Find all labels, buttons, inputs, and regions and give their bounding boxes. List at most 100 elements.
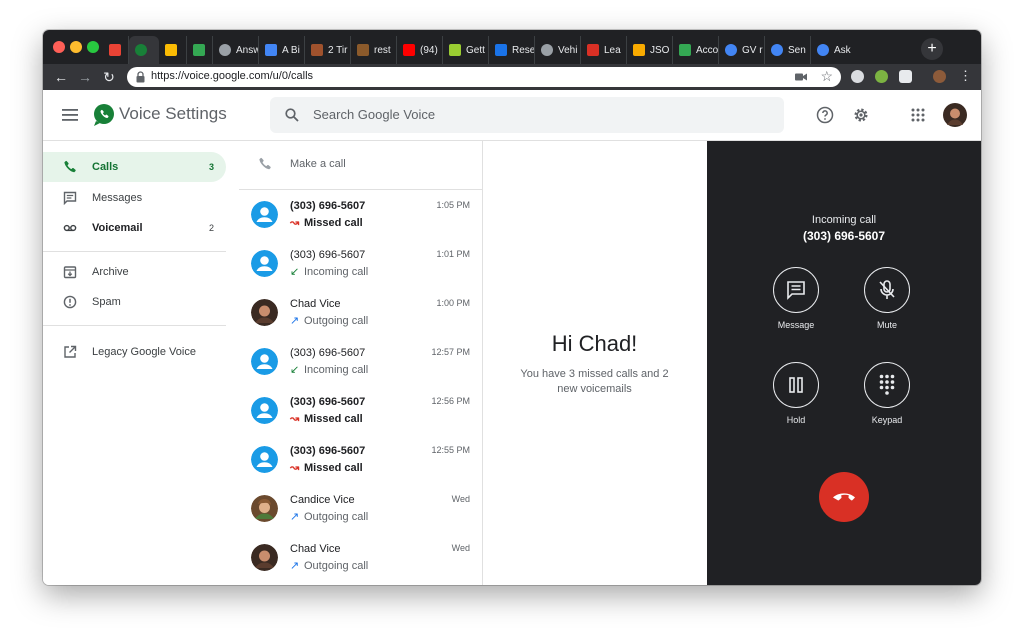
welcome-summary: You have 3 missed calls and 2 new voicem…	[520, 368, 669, 395]
call-status-text: Missed call	[304, 462, 363, 474]
sidebar-item-legacy-google-voice[interactable]: Legacy Google Voice	[43, 337, 226, 367]
browser-window: Answ A Bi 2 Tir rest (94) Gett Rese Vehi…	[43, 30, 981, 585]
tab-item[interactable]: Answ	[213, 36, 259, 64]
call-time: 1:00 PM	[436, 298, 470, 308]
sidebar-item-label: Archive	[92, 266, 129, 278]
outgoing-call-icon: ↗	[290, 511, 300, 523]
outgoing-call-icon: ↗	[290, 560, 300, 572]
sidebar-item-archive[interactable]: Archive	[43, 257, 226, 287]
tab-label: 2 Tir	[328, 44, 348, 56]
hang-up-button[interactable]	[819, 472, 869, 522]
back-arrow-icon[interactable]: ←	[51, 67, 71, 87]
mic-off-icon	[879, 280, 895, 299]
open-in-new-icon	[64, 345, 77, 358]
tab-label: Sen	[788, 44, 806, 56]
mute-button[interactable]	[864, 267, 910, 313]
reload-icon[interactable]: ↻	[99, 67, 119, 87]
sidebar-item-voicemail[interactable]: Voicemail 2	[43, 213, 226, 243]
contact-photo-avatar	[251, 495, 278, 522]
call-time: 12:55 PM	[431, 445, 470, 455]
hold-button[interactable]	[773, 362, 819, 408]
incoming-call-icon: ↙	[290, 266, 300, 278]
call-list-item[interactable]: (303) 696-5607 12:56 PM ↝ Missed call	[239, 386, 482, 435]
apps-grid-icon[interactable]	[911, 108, 925, 122]
phone-icon	[259, 157, 271, 170]
tab-label: Rese	[512, 44, 535, 56]
caller-name: Chad Vice	[290, 543, 341, 555]
voicemail-icon	[63, 224, 77, 232]
call-status: ↙ Incoming call	[290, 265, 368, 278]
tab-label: Ask	[834, 44, 851, 56]
pause-icon	[789, 377, 803, 393]
search-input[interactable]: Search Google Voice	[270, 97, 784, 133]
sidebar-item-messages[interactable]: Messages	[43, 183, 226, 213]
outgoing-call-icon: ↗	[290, 315, 300, 327]
site-icon	[633, 44, 645, 56]
tab-item[interactable]: Gett	[443, 36, 489, 64]
settings-gear-icon[interactable]	[852, 106, 870, 124]
tab-item[interactable]: 2 Tir	[305, 36, 351, 64]
forward-arrow-icon[interactable]: →	[75, 67, 95, 87]
camera-icon[interactable]	[795, 72, 807, 82]
missed-call-icon: ↝	[290, 217, 300, 229]
keypad-button[interactable]	[864, 362, 910, 408]
tab-item[interactable]: rest	[351, 36, 397, 64]
dialpad-icon	[879, 374, 895, 395]
tab-item[interactable]: Vehi	[535, 36, 581, 64]
tab-item[interactable]: Sen	[765, 36, 811, 64]
tab-item[interactable]: Rese	[489, 36, 535, 64]
extension-icon[interactable]	[851, 70, 864, 83]
extension-icon[interactable]	[875, 70, 888, 83]
call-list-item[interactable]: (303) 696-5607 12:57 PM ↙ Incoming call	[239, 337, 482, 386]
tab-item[interactable]: Acco	[673, 36, 719, 64]
missed-call-icon: ↝	[290, 413, 300, 425]
call-list-item[interactable]: Candice Vice Wed ↗ Outgoing call	[239, 484, 482, 533]
call-list-item[interactable]: Chad Vice Wed ↗ Outgoing call	[239, 533, 482, 582]
more-vert-icon[interactable]: ⋮	[959, 68, 972, 84]
message-button[interactable]	[773, 267, 819, 313]
hold-button-label: Hold	[786, 415, 806, 425]
maximize-window-button[interactable]	[87, 41, 99, 53]
caller-name: (303) 696-5607	[290, 396, 366, 408]
archive-icon	[63, 266, 77, 279]
star-icon[interactable]: ☆	[820, 68, 833, 85]
minimize-window-button[interactable]	[70, 41, 82, 53]
call-status-text: Missed call	[304, 413, 363, 425]
call-list-item[interactable]: (303) 696-5607 1:05 PM ↝ Missed call	[239, 190, 482, 239]
gmail-icon	[109, 44, 121, 56]
tab-list: Answ A Bi 2 Tir rest (94) Gett Rese Vehi…	[103, 36, 861, 64]
address-bar[interactable]: https://voice.google.com/u/0/calls ☆	[127, 67, 841, 87]
new-tab-button[interactable]: +	[921, 38, 943, 60]
tab-gmail[interactable]	[103, 36, 129, 64]
tab-item[interactable]: Ask	[811, 36, 861, 64]
tab-drive[interactable]	[187, 36, 213, 64]
tab-item[interactable]: GV r	[719, 36, 765, 64]
call-status-text: Incoming call	[304, 266, 369, 278]
sidebar-item-calls[interactable]: Calls 3	[43, 152, 226, 182]
call-time: Wed	[451, 494, 470, 504]
tab-item[interactable]: Lea	[581, 36, 627, 64]
tab-item[interactable]: JSO	[627, 36, 673, 64]
mute-button-label: Mute	[876, 320, 897, 330]
tab-item[interactable]: A Bi	[259, 36, 305, 64]
tab-keep[interactable]	[159, 36, 187, 64]
menu-icon[interactable]	[62, 109, 78, 121]
tab-label: Answ	[236, 44, 259, 56]
profile-avatar-icon[interactable]	[933, 70, 946, 83]
extension-icon[interactable]	[899, 70, 912, 83]
app-header: Voice Settings Search Google Voice	[43, 90, 981, 141]
make-call-button[interactable]: Make a call	[239, 141, 482, 190]
call-list-item[interactable]: Chad Vice 1:00 PM ↗ Outgoing call	[239, 288, 482, 337]
call-list-item[interactable]: (303) 696-5607 1:01 PM ↙ Incoming call	[239, 239, 482, 288]
help-icon[interactable]	[816, 106, 834, 124]
person-avatar-icon	[251, 446, 278, 473]
tab-voice[interactable]	[129, 36, 159, 64]
message-icon	[63, 191, 77, 205]
close-window-button[interactable]	[53, 41, 65, 53]
call-list-item[interactable]: (303) 696-5607 12:55 PM ↝ Missed call	[239, 435, 482, 484]
tab-item[interactable]: (94)	[397, 36, 443, 64]
caller-name: (303) 696-5607	[290, 249, 366, 261]
account-avatar[interactable]	[943, 103, 967, 127]
sidebar-item-spam[interactable]: Spam	[43, 287, 226, 317]
make-call-label: Make a call	[290, 158, 346, 170]
